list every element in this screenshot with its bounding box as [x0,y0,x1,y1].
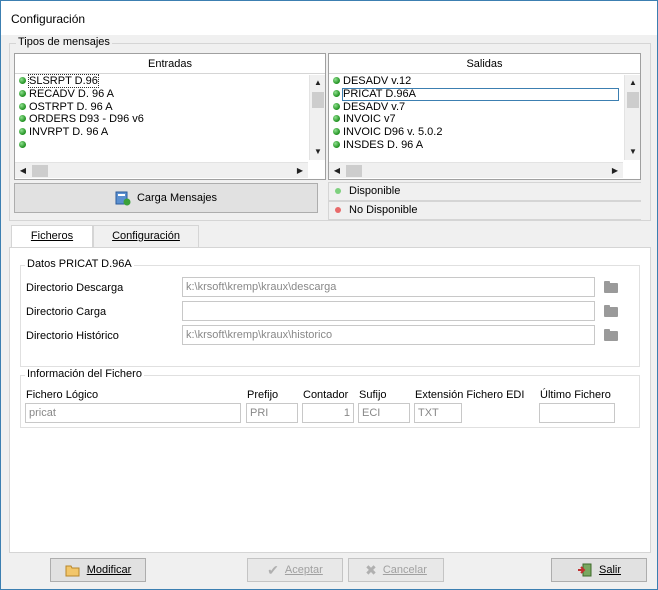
scroll-up-icon[interactable]: ▲ [310,75,326,91]
window-content: Tipos de mensajes Entradas SLSRPT D.96 R… [1,35,657,589]
fichero-logico-field[interactable]: pricat [25,403,241,423]
scroll-thumb[interactable] [32,165,48,177]
scroll-thumb[interactable] [346,165,362,177]
status-dot-icon [19,140,26,148]
tab-configuracion[interactable]: Configuración [93,225,199,247]
folder-icon[interactable] [604,305,618,317]
status-dot-icon [333,128,340,136]
status-dot-icon [19,128,26,136]
salir-button[interactable]: Salir [551,558,647,582]
dir-carga-label: Directorio Carga [26,306,107,318]
scroll-thumb[interactable] [312,92,324,108]
scroll-up-icon[interactable]: ▲ [625,75,641,91]
entradas-hscroll[interactable]: ◀ ▶ [15,162,308,178]
salidas-header: Salidas [329,54,640,74]
status-dot-icon [333,140,340,148]
status-dot-icon [19,102,26,110]
dir-descarga-label: Directorio Descarga [26,282,124,294]
list-item[interactable]: DESADV v.7 [333,101,622,114]
entradas-items: SLSRPT D.96 RECADV D. 96 A OSTRPT D. 96 … [19,74,307,152]
dir-descarga-field[interactable]: k:\krsoft\kremp\kraux\descarga [182,277,595,297]
ultimo-fichero-label: Último Fichero [540,389,611,401]
cancelar-label: Cancelar [382,564,427,576]
fichero-logico-label: Fichero Lógico [26,389,99,401]
available-dot-icon [335,188,341,194]
dir-historico-field[interactable]: k:\krsoft\kremp\kraux\historico [182,325,595,345]
list-item[interactable]: PRICAT D.96A [333,87,622,101]
exit-icon [577,563,592,577]
extension-label: Extensión Fichero EDI [415,389,525,401]
config-window: Configuración Tipos de mensajes Entradas… [0,0,658,590]
scroll-right-icon[interactable]: ▶ [607,163,623,179]
legend-no-disponible: No Disponible [328,201,641,220]
scroll-left-icon[interactable]: ◀ [329,163,345,179]
list-item[interactable] [19,139,307,152]
aceptar-button[interactable]: ✔ Aceptar [247,558,343,582]
tab-configuracion-label: Configuración [112,230,180,242]
list-item[interactable]: INSDES D. 96 A [333,139,622,152]
carga-mensajes-button[interactable]: Carga Mensajes [14,183,318,213]
carga-mensajes-label: Carga Mensajes [136,192,218,204]
list-item[interactable]: INVRPT D. 96 A [19,126,307,139]
status-dot-icon [333,102,340,110]
unavailable-dot-icon [335,207,341,213]
list-item[interactable]: INVOIC D96 v. 5.0.2 [333,126,622,139]
folder-icon[interactable] [604,281,618,293]
list-item[interactable]: INVOIC v7 [333,113,622,126]
contador-field[interactable]: 1 [302,403,354,423]
load-messages-icon [115,191,131,206]
scroll-thumb[interactable] [627,92,639,108]
status-dot-icon [333,89,340,97]
scroll-left-icon[interactable]: ◀ [15,163,31,179]
tab-ficheros-label: Ficheros [30,230,74,242]
list-item[interactable]: ORDERS D93 - D96 v6 [19,113,307,126]
status-dot-icon [19,89,26,97]
aceptar-label: Aceptar [284,564,323,576]
scroll-right-icon[interactable]: ▶ [292,163,308,179]
salidas-list[interactable]: Salidas DESADV v.12 PRICAT D.96A DESADV … [328,53,641,180]
sufijo-field[interactable]: ECI [358,403,410,423]
ultimo-fichero-field[interactable] [539,403,615,423]
ficheros-panel: Datos PRICAT D.96A Directorio Descarga k… [9,247,651,553]
list-item[interactable]: SLSRPT D.96 [19,74,307,88]
list-item[interactable]: DESADV v.12 [333,75,622,88]
prefijo-label: Prefijo [247,389,279,401]
legend-disponible-label: Disponible [349,185,401,197]
legend-no-disponible-label: No Disponible [349,204,418,216]
entradas-vscroll[interactable]: ▲ ▼ [309,75,325,160]
list-item[interactable]: OSTRPT D. 96 A [19,101,307,114]
list-item[interactable]: RECADV D. 96 A [19,88,307,101]
dir-historico-label: Directorio Histórico [26,330,119,342]
datos-group-title: Datos PRICAT D.96A [25,258,134,270]
check-icon: ✔ [267,561,279,578]
tipos-group-title: Tipos de mensajes [16,36,112,48]
modificar-label: Modificar [86,564,132,576]
status-dot-icon [19,77,26,84]
sufijo-label: Sufijo [359,389,387,401]
info-group-title: Información del Fichero [25,368,144,380]
extension-field[interactable]: TXT [414,403,462,423]
status-dot-icon [333,77,340,84]
cross-icon: ✖ [365,561,377,578]
entradas-list[interactable]: Entradas SLSRPT D.96 RECADV D. 96 A OSTR… [14,53,326,180]
salidas-items: DESADV v.12 PRICAT D.96A DESADV v.7 INVO… [333,75,622,152]
folder-icon[interactable] [604,329,618,341]
status-dot-icon [19,115,26,123]
scroll-down-icon[interactable]: ▼ [625,144,641,160]
entradas-header: Entradas [15,54,325,74]
salidas-vscroll[interactable]: ▲ ▼ [624,75,640,160]
prefijo-field[interactable]: PRI [246,403,298,423]
scroll-down-icon[interactable]: ▼ [310,144,326,160]
tab-ficheros[interactable]: Ficheros [11,225,93,248]
window-title: Configuración [1,1,657,35]
status-dot-icon [333,115,340,123]
dir-carga-field[interactable] [182,301,595,321]
modificar-button[interactable]: Modificar [50,558,146,582]
folder-open-icon [65,565,80,577]
contador-label: Contador [303,389,349,401]
cancelar-button[interactable]: ✖ Cancelar [348,558,444,582]
salidas-hscroll[interactable]: ◀ ▶ [329,162,623,178]
legend-disponible: Disponible [328,182,641,201]
salir-label: Salir [598,564,621,576]
